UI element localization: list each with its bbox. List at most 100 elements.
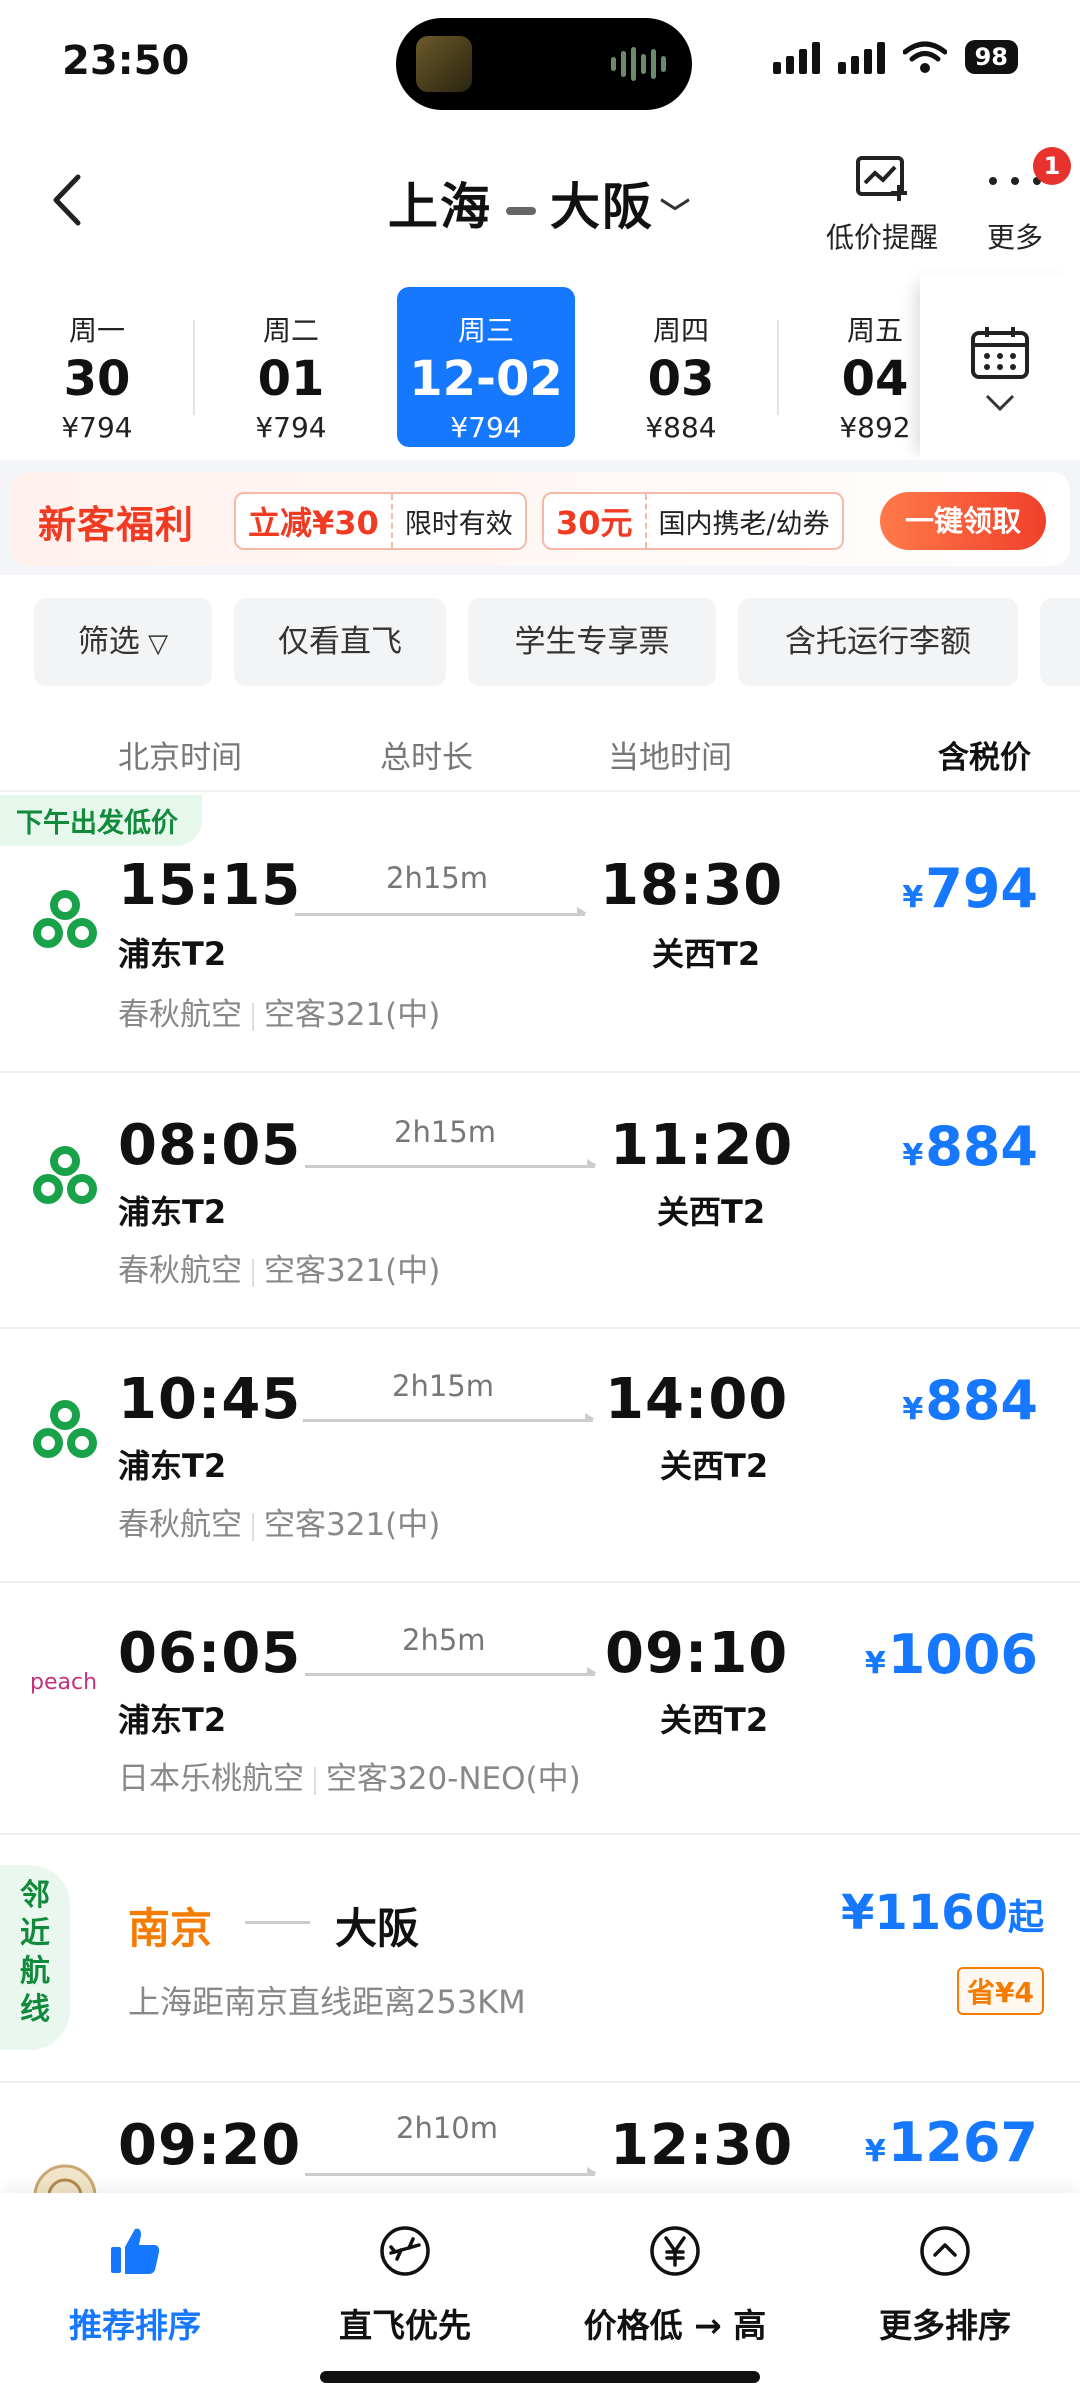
audio-wave-icon xyxy=(611,46,666,82)
afternoon-low-price-tag: 下午出发低价 xyxy=(0,795,202,846)
departure-terminal: 浦东T2 xyxy=(118,1193,227,1231)
filter-label: 筛选 xyxy=(77,624,140,660)
promo-title: 新客福利 xyxy=(38,503,195,547)
sort-recommended[interactable]: 推荐排序 xyxy=(0,2223,270,2347)
flight-row[interactable]: 08:05 浦东T2 2h15m 11:20 关西T2 春秋航空 空客321(中)… xyxy=(0,1075,1080,1329)
sort-direct-first[interactable]: 直飞优先 xyxy=(270,2223,540,2347)
nearby-distance-desc: 上海距南京直线距离253KM xyxy=(128,1983,526,2021)
filter-button[interactable]: 筛选 ▽ xyxy=(34,598,212,686)
date-day: 03 xyxy=(647,351,715,407)
airline-info: 春秋航空 空客321(中) xyxy=(118,1245,440,1290)
departure-terminal: 浦东T2 xyxy=(118,1447,227,1485)
yen-symbol: ¥ xyxy=(864,1646,886,1681)
coupon-desc: 国内携老/幼券 xyxy=(658,508,830,540)
price-alert-button[interactable]: 低价提醒 xyxy=(826,155,938,256)
flight-row[interactable]: peach 06:05 浦东T2 2h5m 09:10 关西T2 日本乐桃航空空… xyxy=(0,1583,1080,1835)
home-indicator[interactable] xyxy=(320,2371,760,2383)
col-departure-time: 北京时间 xyxy=(118,740,242,776)
price-value: 884 xyxy=(925,1369,1038,1432)
filter-funnel-icon: ▽ xyxy=(139,629,169,659)
cellular-signal-icon xyxy=(772,40,820,74)
date-weekday: 周三 xyxy=(457,314,514,347)
date-option[interactable]: 周四 03 ¥884 xyxy=(592,287,770,447)
route-line xyxy=(245,1921,310,1924)
date-weekday: 周二 xyxy=(262,314,319,347)
column-header: 北京时间 总时长 当地时间 含税价 xyxy=(0,712,1080,792)
flight-price: ¥794 xyxy=(902,857,1038,920)
more-filter-chip[interactable] xyxy=(1040,598,1080,686)
route-dash xyxy=(506,206,536,215)
departure-time: 08:05 xyxy=(118,1113,302,1178)
sort-more[interactable]: 更多排序 xyxy=(810,2223,1080,2347)
aircraft-type: 空客321(中) xyxy=(264,997,441,1033)
now-playing-thumbnail xyxy=(416,36,472,92)
date-option-selected[interactable]: 周三 12-02 ¥794 xyxy=(397,287,575,447)
separator xyxy=(252,1512,254,1541)
nearby-origin: 南京 xyxy=(128,1904,213,1953)
flight-row[interactable]: 09:20 2h10m 12:30 ¥1267 xyxy=(0,2083,1080,2193)
flight-price: ¥1006 xyxy=(865,1623,1038,1686)
checked-baggage-chip[interactable]: 含托运行李额 xyxy=(738,598,1018,686)
calendar-button[interactable] xyxy=(920,275,1080,460)
coupon-discount[interactable]: 立减¥30 限时有效 xyxy=(234,492,527,550)
airline-info: 日本乐桃航空 空客320-NEO(中) xyxy=(118,1753,581,1798)
sort-price-low-high[interactable]: 价格低 → 高 xyxy=(540,2223,810,2347)
claim-all-button[interactable]: 一键领取 xyxy=(880,492,1046,550)
flight-row[interactable]: 10:45 浦东T2 2h15m 14:00 关西T2 春秋航空 空客321(中)… xyxy=(0,1329,1080,1583)
price-value: 884 xyxy=(925,1115,1038,1178)
flight-duration: 2h10m xyxy=(396,2111,498,2145)
spring-airlines-icon xyxy=(33,1146,97,1204)
duration-arrow xyxy=(303,1413,595,1422)
route-origin: 上海 xyxy=(388,178,492,236)
flight-duration: 2h15m xyxy=(392,1369,494,1403)
coupon-amount: 30元 xyxy=(544,494,647,548)
dynamic-island[interactable] xyxy=(396,18,692,110)
price-value: 794 xyxy=(925,857,1038,920)
flight-row[interactable]: 下午出发低价 15:15 浦东T2 2h15m 18:30 关西T2 春秋航空空… xyxy=(0,795,1080,1073)
duration-arrow xyxy=(305,1667,597,1676)
divider xyxy=(777,320,779,415)
airline-name: 春秋航空 xyxy=(118,1253,242,1289)
route-destination: 大阪 xyxy=(550,178,654,236)
new-customer-promo-banner[interactable]: 新客福利 立减¥30 限时有效 30元 国内携老/幼券 一键领取 xyxy=(10,472,1070,566)
direct-only-chip[interactable]: 仅看直飞 xyxy=(234,598,446,686)
price-value: 1006 xyxy=(887,1623,1038,1686)
yen-symbol: ¥ xyxy=(864,2134,886,2169)
departure-terminal: 浦东T2 xyxy=(118,1701,227,1739)
chevron-down-icon xyxy=(985,394,1015,412)
col-price-incl-tax[interactable]: 含税价 xyxy=(938,732,1031,777)
date-strip: 周一 30 ¥794 周二 01 ¥794 周三 12-02 ¥794 周四 0… xyxy=(0,275,1080,460)
airline-name: 日本乐桃航空 xyxy=(118,1761,304,1797)
spring-airlines-icon xyxy=(33,1400,97,1458)
thumbs-up-icon xyxy=(111,2228,160,2274)
promo-section: 新客福利 立减¥30 限时有效 30元 国内携老/幼券 一键领取 xyxy=(0,460,1080,575)
departure-time: 10:45 xyxy=(118,1367,302,1432)
nearby-route-card[interactable]: 邻近航线 南京 大阪 上海距南京直线距离253KM ¥1160起 省¥4 xyxy=(0,1835,1080,2083)
date-price: ¥794 xyxy=(255,411,327,444)
savings-badge: 省¥4 xyxy=(957,1967,1044,2015)
departure-terminal: 浦东T2 xyxy=(118,935,227,973)
duration-arrow xyxy=(305,2167,597,2176)
aircraft-type: 空客320-NEO(中) xyxy=(326,1761,581,1797)
date-price: ¥794 xyxy=(61,411,133,444)
student-fare-chip[interactable]: 学生专享票 xyxy=(468,598,716,686)
nearby-destination: 大阪 xyxy=(335,1904,420,1953)
status-icons: 98 xyxy=(772,40,1018,74)
date-option[interactable]: 周二 01 ¥794 xyxy=(202,287,380,447)
coupon-family[interactable]: 30元 国内携老/幼券 xyxy=(542,492,844,550)
airline-name: 春秋航空 xyxy=(118,1507,242,1543)
separator xyxy=(252,1002,254,1031)
flight-price: ¥1267 xyxy=(865,2111,1038,2174)
date-option[interactable]: 周一 30 ¥794 xyxy=(8,287,186,447)
more-button[interactable]: 1 更多 xyxy=(985,147,1071,256)
spring-airlines-icon xyxy=(33,890,97,948)
coupon-amount: 立减¥30 xyxy=(236,494,393,548)
chevron-up-circle-icon xyxy=(920,2226,970,2276)
duration-arrow xyxy=(295,907,587,916)
airplane-circle-icon xyxy=(380,2226,430,2276)
flight-duration: 2h15m xyxy=(394,1115,496,1149)
sort-label: 推荐排序 xyxy=(69,2306,201,2345)
date-price: ¥794 xyxy=(450,411,522,444)
date-weekday: 周一 xyxy=(68,314,125,347)
airline-emblem-icon xyxy=(33,2164,97,2193)
